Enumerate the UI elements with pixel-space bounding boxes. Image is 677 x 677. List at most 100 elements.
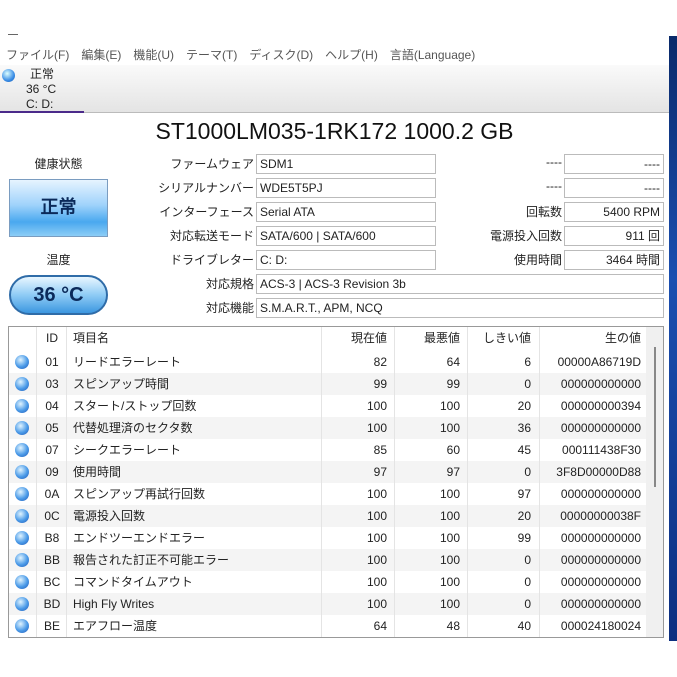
attr-worst: 100 <box>439 553 460 567</box>
scrollbar-thumb[interactable] <box>654 347 656 487</box>
header-id[interactable]: ID <box>37 327 67 349</box>
disk-tab-temp: 36 °C <box>26 82 57 96</box>
smart-row[interactable]: 0C 電源投入回数 100 100 20 00000000038F <box>9 505 646 527</box>
header-name[interactable]: 項目名 <box>73 327 109 349</box>
smart-row[interactable]: B8 エンドツーエンドエラー 100 100 99 000000000000 <box>9 527 646 549</box>
selected-indicator <box>0 111 84 113</box>
attr-raw: 000000000394 <box>560 399 641 413</box>
smart-header-row: ID 項目名 現在値 最悪値 しきい値 生の値 <box>9 327 646 349</box>
smart-row[interactable]: BE エアフロー温度 64 48 40 000024180024 <box>9 615 646 637</box>
menu-file[interactable]: ファイル(F) <box>0 46 75 66</box>
menu-help[interactable]: ヘルプ(H) <box>319 46 384 66</box>
attr-worst: 64 <box>446 355 460 369</box>
smart-row[interactable]: 05 代替処理済のセクタ数 100 100 36 000000000000 <box>9 417 646 439</box>
header-worst[interactable]: 最悪値 <box>394 327 460 349</box>
attr-raw: 000024180024 <box>560 619 641 633</box>
minimize-icon[interactable] <box>8 34 18 35</box>
header-current[interactable]: 現在値 <box>321 327 387 349</box>
attr-worst: 60 <box>446 443 460 457</box>
status-dot-icon <box>15 531 29 545</box>
attr-id: BB <box>43 553 60 567</box>
attr-name: エンドツーエンドエラー <box>73 531 206 545</box>
drive-letter-label: ドライブレター <box>169 253 254 267</box>
status-dot-icon <box>15 443 29 457</box>
attr-threshold: 45 <box>517 443 531 457</box>
smart-row[interactable]: 07 シークエラーレート 85 60 45 000111438F30 <box>9 439 646 461</box>
attr-raw: 00000000038F <box>560 509 641 523</box>
serial-field: WDE5T5PJ <box>256 178 436 198</box>
attr-raw: 000000000000 <box>560 487 641 501</box>
scrollbar[interactable] <box>646 327 663 637</box>
extra-field-1: ---- <box>564 154 664 174</box>
attr-id: 04 <box>45 399 59 413</box>
smart-row[interactable]: 04 スタート/ストップ回数 100 100 20 000000000394 <box>9 395 646 417</box>
menu-edit[interactable]: 編集(E) <box>75 46 127 66</box>
disk-tab[interactable]: 正常 36 °C C: D: <box>0 65 669 113</box>
transfer-mode-label: 対応転送モード <box>169 229 254 243</box>
smart-row[interactable]: BC コマンドタイムアウト 100 100 0 000000000000 <box>9 571 646 593</box>
menu-function[interactable]: 機能(U) <box>127 46 180 66</box>
serial-label: シリアルナンバー <box>158 181 254 195</box>
status-dot-icon <box>15 399 29 413</box>
attr-raw: 000000000000 <box>560 377 641 391</box>
drive-letter-field: C: D: <box>256 250 436 270</box>
attr-name: 使用時間 <box>73 465 122 479</box>
smart-row[interactable]: 03 スピンアップ時間 99 99 0 000000000000 <box>9 373 646 395</box>
power-hours-label: 使用時間 <box>513 253 562 267</box>
attr-current: 100 <box>366 421 387 435</box>
attr-current: 100 <box>366 575 387 589</box>
menu-language[interactable]: 言語(Language) <box>384 46 481 66</box>
interface-field: Serial ATA <box>256 202 436 222</box>
attr-current: 100 <box>366 597 387 611</box>
temperature-label: 温度 <box>46 253 71 267</box>
attr-name: 代替処理済のセクタ数 <box>73 421 193 435</box>
smart-row[interactable]: 01 リードエラーレート 82 64 6 00000A86719D <box>9 351 646 373</box>
attr-id: 01 <box>45 355 59 369</box>
attr-threshold: 0 <box>524 597 531 611</box>
attr-worst: 100 <box>439 421 460 435</box>
status-dot-icon <box>15 597 29 611</box>
transfer-mode-field: SATA/600 | SATA/600 <box>256 226 436 246</box>
attr-id: 07 <box>45 443 59 457</box>
attr-name: 報告された訂正不可能エラー <box>73 553 230 567</box>
smart-row[interactable]: 0A スピンアップ再試行回数 100 100 97 000000000000 <box>9 483 646 505</box>
header-raw[interactable]: 生の値 <box>539 327 641 349</box>
status-dot-icon <box>15 575 29 589</box>
extra-label-1: ---- <box>546 155 562 169</box>
smart-row[interactable]: 09 使用時間 97 97 0 3F8D00000D88 <box>9 461 646 483</box>
smart-row[interactable]: BD High Fly Writes 100 100 0 00000000000… <box>9 593 646 615</box>
attr-id: B8 <box>44 531 60 545</box>
menu-bar: ファイル(F) 編集(E) 機能(U) テーマ(T) ディスク(D) ヘルプ(H… <box>0 46 481 66</box>
attr-name: スタート/ストップ回数 <box>73 399 197 413</box>
status-dot-icon <box>15 465 29 479</box>
attr-name: コマンドタイムアウト <box>73 575 193 589</box>
attr-threshold: 36 <box>517 421 531 435</box>
extra-field-2: ---- <box>564 178 664 198</box>
attr-threshold: 20 <box>517 399 531 413</box>
status-dot-icon <box>15 553 29 567</box>
attr-id: 05 <box>45 421 59 435</box>
attr-raw: 00000A86719D <box>557 355 641 369</box>
menu-theme[interactable]: テーマ(T) <box>180 46 243 66</box>
smart-row[interactable]: BB 報告された訂正不可能エラー 100 100 0 000000000000 <box>9 549 646 571</box>
attr-current: 100 <box>366 531 387 545</box>
attr-worst: 97 <box>446 465 460 479</box>
attr-current: 100 <box>366 509 387 523</box>
power-count-field: 911 回 <box>564 226 664 246</box>
attr-raw: 000000000000 <box>560 597 641 611</box>
health-status-button[interactable]: 正常 <box>9 179 108 237</box>
menu-disk[interactable]: ディスク(D) <box>243 46 319 66</box>
power-count-label: 電源投入回数 <box>489 229 562 243</box>
attr-current: 100 <box>366 553 387 567</box>
attr-name: High Fly Writes <box>73 597 155 611</box>
drive-model-title: ST1000LM035-1RK172 1000.2 GB <box>155 118 514 144</box>
temperature-button[interactable]: 36 °C <box>9 275 108 315</box>
attr-name: エアフロー温度 <box>73 619 158 633</box>
attr-worst: 99 <box>446 377 460 391</box>
status-dot-icon <box>15 487 29 501</box>
header-threshold[interactable]: しきい値 <box>467 327 531 349</box>
attr-threshold: 99 <box>517 531 531 545</box>
status-dot-icon <box>15 377 29 391</box>
status-dot-icon <box>15 421 29 435</box>
attr-current: 82 <box>373 355 387 369</box>
